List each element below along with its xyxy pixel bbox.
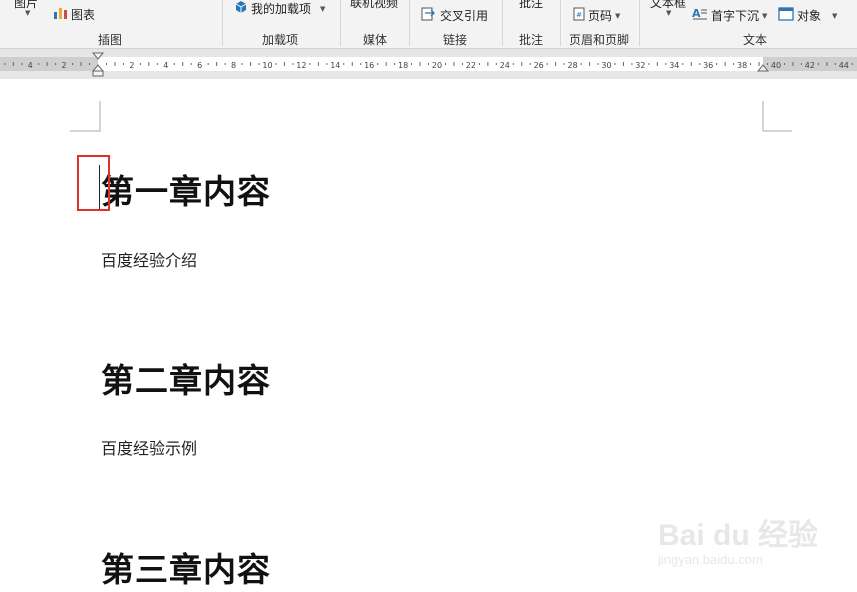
ruler-tick-label: 34 (669, 61, 679, 70)
comment-button[interactable]: 批注 (519, 0, 543, 11)
ruler-tick-label: 2 (62, 61, 67, 70)
ruler-tick-label: 42 (805, 61, 815, 70)
page-number-button[interactable]: # 页码 ▼ (573, 7, 620, 24)
my-addins-label: 我的加载项 (251, 2, 312, 16)
ruler-tick-label: 40 (771, 61, 781, 70)
ruler-tick-label: 18 (398, 61, 408, 70)
page-number-label: 页码 (588, 9, 613, 23)
ruler-tick-label: 2 (129, 61, 134, 70)
ruler-tick-label: 12 (296, 61, 306, 70)
group-divider (560, 0, 561, 46)
paragraph-2[interactable]: 百度经验示例 (101, 435, 197, 459)
svg-text:A: A (692, 7, 701, 20)
group-divider (340, 0, 341, 46)
watermark-url: jingyan.baidu.com (658, 552, 763, 567)
page-number-icon: # (573, 7, 585, 24)
cross-reference-button[interactable]: 交叉引用 (421, 7, 488, 24)
online-video-label: 联机视频 (350, 0, 399, 10)
left-indent-marker (92, 70, 104, 77)
ruler-tick-label: 6 (197, 61, 202, 70)
group-label-addins: 加载项 (262, 33, 299, 47)
object-label: 对象 (797, 9, 822, 23)
chevron-down-icon: ▼ (832, 11, 838, 20)
heading-chapter-2[interactable]: 第二章内容 (101, 354, 271, 402)
chevron-down-icon: ▼ (615, 11, 621, 20)
textbox-dropdown[interactable]: ▼ (666, 9, 671, 17)
ruler-tick-label: 8 (231, 61, 236, 70)
heading-chapter-1[interactable]: 第一章内容 (101, 165, 271, 213)
ruler-tick-label: 16 (364, 61, 374, 70)
comment-button-label: 批注 (519, 0, 544, 10)
ruler-tick-label: 36 (703, 61, 713, 70)
margin-corner-top-right (762, 101, 792, 132)
ruler-tick-label: 32 (635, 61, 645, 70)
chevron-down-icon: ▼ (320, 4, 326, 13)
chevron-down-icon: ▼ (762, 11, 768, 20)
ruler-tick-label: 24 (500, 61, 510, 70)
ruler-tick-label: 38 (737, 61, 747, 70)
group-divider (222, 0, 223, 46)
ruler-tick-label: 28 (568, 61, 578, 70)
ruler-tick-label: 22 (466, 61, 476, 70)
drop-cap-label: 首字下沉 (711, 9, 760, 23)
group-label-header-footer: 页眉和页脚 (569, 33, 630, 47)
group-label-illustrations: 插图 (98, 33, 123, 47)
chart-button-label: 图表 (71, 8, 96, 22)
my-addins-button[interactable]: 我的加载项 ▼ (234, 0, 325, 17)
heading-chapter-3[interactable]: 第三章内容 (101, 543, 271, 591)
chart-button[interactable]: 图表 (53, 6, 95, 23)
ruler-tick-label: 10 (262, 61, 272, 70)
ribbon-insert-tab: 图片 ▼ 图表 插图 我的加载项 ▼ 加载项 联机视频 媒体 交叉引用 链接 批… (0, 0, 857, 49)
ruler-tick-label: 4 (28, 61, 33, 70)
object-icon (778, 7, 794, 24)
object-button[interactable]: 对象 ▼ (778, 7, 837, 24)
margin-corner-top-left (70, 101, 101, 132)
ruler-tick-label: 4 (163, 61, 168, 70)
group-label-comments: 批注 (519, 33, 544, 47)
cross-reference-label: 交叉引用 (440, 9, 489, 23)
highlight-annotation-box (77, 155, 110, 211)
paragraph-1[interactable]: 百度经验介绍 (101, 247, 197, 271)
chevron-down-icon: ▼ (666, 9, 672, 17)
ruler-tick-label: 26 (534, 61, 544, 70)
ruler-scale: 6422468101214161820222426283032343638404… (0, 52, 857, 77)
online-video-button[interactable]: 联机视频 (350, 0, 398, 11)
ruler-tick-label: 30 (601, 61, 611, 70)
picture-dropdown[interactable]: ▼ (25, 9, 30, 17)
store-icon (234, 0, 248, 17)
group-divider (639, 0, 640, 46)
dropcap-icon: A (692, 7, 708, 24)
svg-text:#: # (576, 11, 582, 19)
group-label-media: 媒体 (363, 33, 388, 47)
group-divider (502, 0, 503, 46)
group-divider (409, 0, 410, 46)
chart-icon (53, 6, 68, 23)
group-label-text: 文本 (743, 33, 768, 47)
drop-cap-button[interactable]: A 首字下沉 ▼ (692, 7, 767, 24)
ruler-tick-label: 44 (839, 61, 849, 70)
ruler-tick-label: 20 (432, 61, 442, 70)
watermark-brand: Bai du 经验 (658, 519, 819, 552)
horizontal-ruler[interactable]: 6422468101214161820222426283032343638404… (0, 49, 857, 79)
ruler-tick-label: 14 (330, 61, 340, 70)
crossref-icon (421, 7, 437, 24)
chevron-down-icon: ▼ (25, 9, 31, 17)
group-label-links: 链接 (443, 33, 468, 47)
